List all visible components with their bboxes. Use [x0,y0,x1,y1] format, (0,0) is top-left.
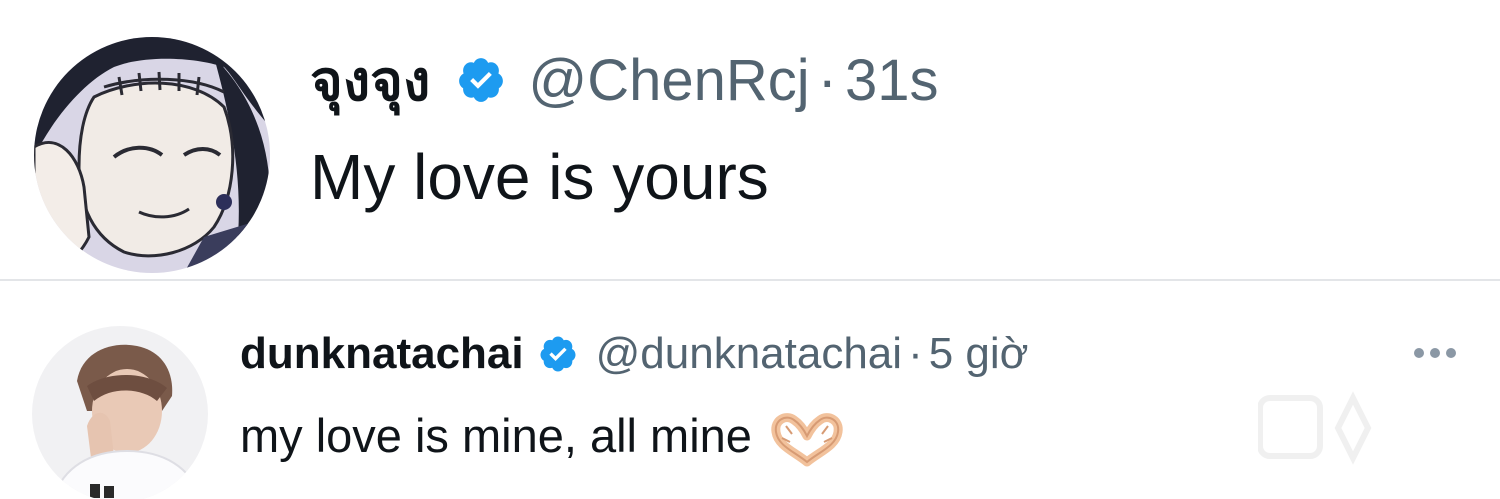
avatar[interactable] [34,37,270,273]
tweet-thread: จุงจุง @ChenRcj · 31s My love is yours d… [0,0,1500,499]
tweet-header: dunknatachai @dunknatachai · 5 giờ [240,322,1029,386]
tweet-text: my love is mine, all mine [240,408,844,468]
more-options-icon[interactable] [1400,338,1470,368]
tweet-text-content: my love is mine, all mine [240,409,752,462]
verified-badge-icon [538,334,578,374]
avatar-photo [32,326,208,499]
separator-dot: · [908,329,923,378]
avatar[interactable] [32,326,208,499]
tweet-text: My love is yours [310,141,769,213]
display-name[interactable]: จุงจุง [310,36,430,125]
handle[interactable]: @ChenRcj [528,47,809,114]
tweet-chenrcj[interactable]: จุงจุง @ChenRcj · 31s My love is yours [0,0,1500,280]
avatar-anime-illustration [34,37,270,273]
display-name[interactable]: dunknatachai [240,329,524,379]
heart-hands-emoji [770,412,844,468]
tweet-header: จุงจุง @ChenRcj · 31s [310,40,938,120]
more-dot [1446,348,1456,358]
verified-badge-icon [456,55,506,105]
faded-action-icon [1258,391,1372,465]
timestamp[interactable]: 31s [845,47,939,114]
separator-dot: · [817,47,837,113]
more-dot [1414,348,1424,358]
more-dot [1430,348,1440,358]
divider [0,279,1500,281]
timestamp[interactable]: 5 giờ [929,329,1029,379]
handle[interactable]: @dunknatachai [596,329,902,379]
